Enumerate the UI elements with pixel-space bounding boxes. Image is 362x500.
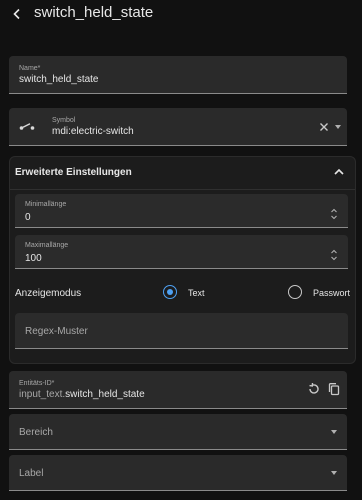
number-stepper-icon[interactable] — [330, 249, 338, 261]
close-icon[interactable] — [319, 122, 329, 132]
number-stepper-icon[interactable] — [330, 208, 338, 220]
radio-selected-dot — [166, 288, 173, 295]
radio-text-label: Text — [188, 288, 205, 298]
area-placeholder: Bereich — [19, 427, 53, 438]
chevron-down-icon — [331, 471, 337, 475]
regex-placeholder: Regex-Muster — [25, 326, 88, 337]
min-length-label: Minimallänge — [25, 201, 67, 208]
entity-id-text: switch_held_state — [65, 389, 145, 400]
max-length-label: Maximallänge — [25, 242, 69, 249]
copy-icon[interactable] — [327, 382, 341, 396]
symbol-field-value: mdi:electric-switch — [52, 126, 134, 137]
name-field[interactable]: Name* switch_held_state — [9, 56, 347, 94]
name-field-label: Name* — [19, 65, 41, 72]
back-button[interactable] — [7, 4, 27, 24]
advanced-settings-title: Erweiterte Einstellungen — [15, 167, 132, 178]
min-length-value: 0 — [25, 212, 31, 223]
entity-id-value: input_text.switch_held_state — [19, 389, 145, 400]
radio-text[interactable] — [163, 285, 177, 299]
page-title: switch_held_state — [34, 4, 154, 21]
chevron-up-icon[interactable] — [333, 167, 345, 177]
name-field-value: switch_held_state — [19, 74, 99, 85]
entity-id-field[interactable]: Entitäts-ID* input_text.switch_held_stat… — [9, 371, 347, 409]
restore-icon[interactable] — [307, 382, 321, 396]
symbol-field[interactable]: Symbol mdi:electric-switch — [9, 108, 347, 146]
radio-password[interactable] — [288, 285, 302, 299]
label-placeholder: Label — [19, 468, 44, 479]
entity-id-label: Entitäts-ID* — [19, 380, 55, 387]
chevron-left-icon — [13, 8, 20, 20]
max-length-field[interactable]: Maximallänge 100 — [15, 235, 348, 269]
label-select[interactable]: Label — [9, 455, 347, 491]
advanced-settings-header[interactable]: Erweiterte Einstellungen — [10, 157, 355, 189]
panel-divider — [10, 189, 355, 190]
chevron-down-icon[interactable] — [335, 125, 341, 129]
min-length-field[interactable]: Minimallänge 0 — [15, 194, 348, 228]
chevron-down-icon — [331, 430, 337, 434]
display-mode-label: Anzeigemodus — [15, 288, 82, 299]
radio-password-label: Passwort — [313, 288, 351, 298]
advanced-settings-panel: Erweiterte Einstellungen Minimallänge 0 … — [9, 156, 356, 364]
max-length-value: 100 — [25, 253, 42, 264]
symbol-field-label: Symbol — [52, 117, 76, 124]
top-app-bar: switch_held_state — [0, 0, 362, 28]
area-select[interactable]: Bereich — [9, 414, 347, 450]
regex-field[interactable]: Regex-Muster — [15, 313, 348, 349]
entity-id-prefix: input_text. — [19, 389, 66, 400]
electric-switch-icon — [19, 123, 35, 130]
